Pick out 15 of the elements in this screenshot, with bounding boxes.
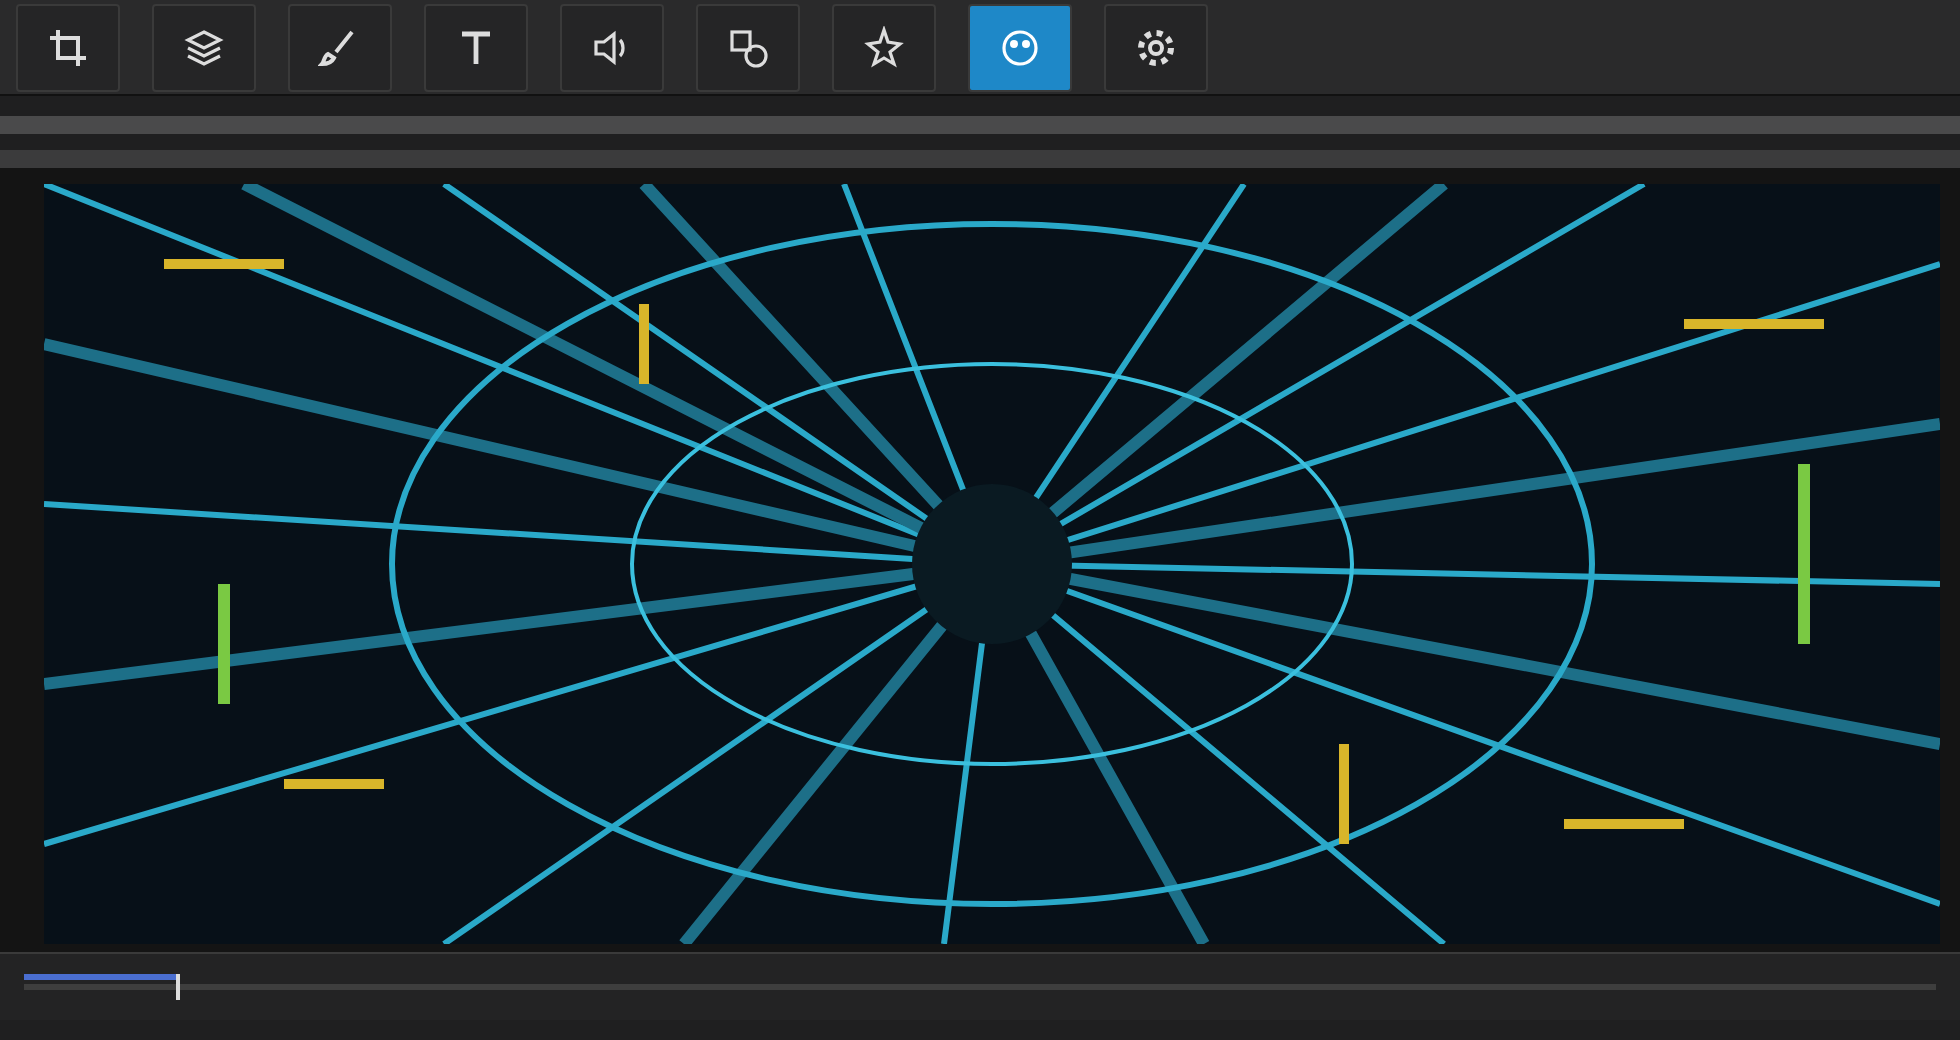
playhead[interactable]: [176, 974, 181, 1000]
tool-button[interactable]: [560, 3, 664, 91]
tool-button[interactable]: [16, 3, 120, 91]
crop-icon: [46, 25, 90, 69]
tool-button[interactable]: [288, 3, 392, 91]
shapes-icon: [726, 25, 770, 69]
tool-button[interactable]: [424, 3, 528, 91]
tool-button[interactable]: [152, 3, 256, 91]
tool-button[interactable]: [832, 3, 936, 91]
settings-icon: [1134, 25, 1178, 69]
star-icon: [862, 25, 906, 69]
tool-button[interactable]: [968, 3, 1072, 91]
layers-icon: [182, 25, 226, 69]
tool-button[interactable]: [1104, 3, 1208, 91]
tool-button[interactable]: [696, 3, 800, 91]
